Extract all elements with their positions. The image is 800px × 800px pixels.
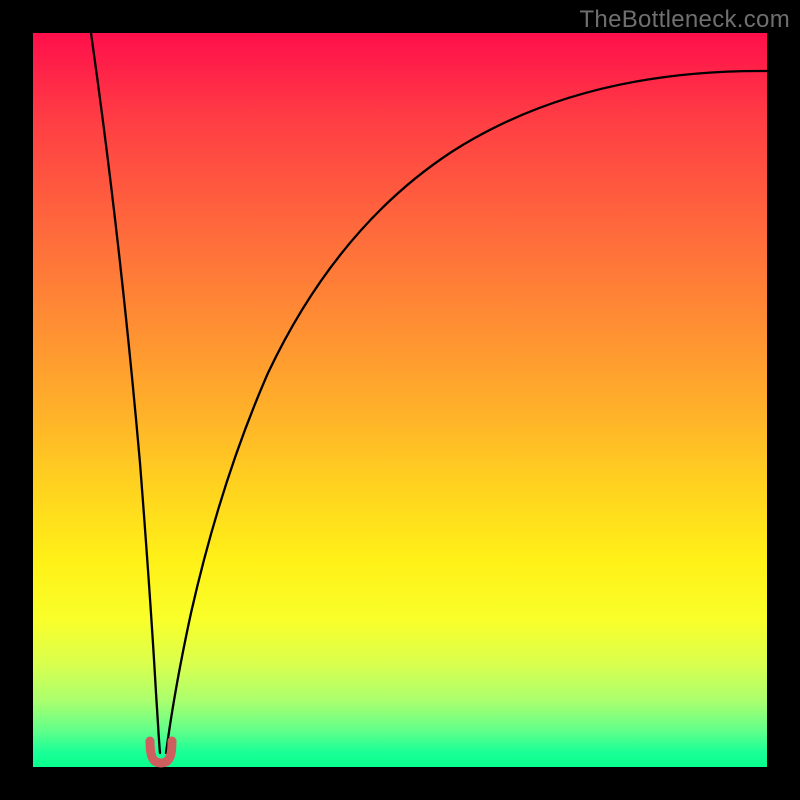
plot-area [33,33,767,767]
bottleneck-curve [33,33,767,767]
watermark-text: TheBottleneck.com [579,6,790,34]
chart-frame: TheBottleneck.com [0,0,800,800]
